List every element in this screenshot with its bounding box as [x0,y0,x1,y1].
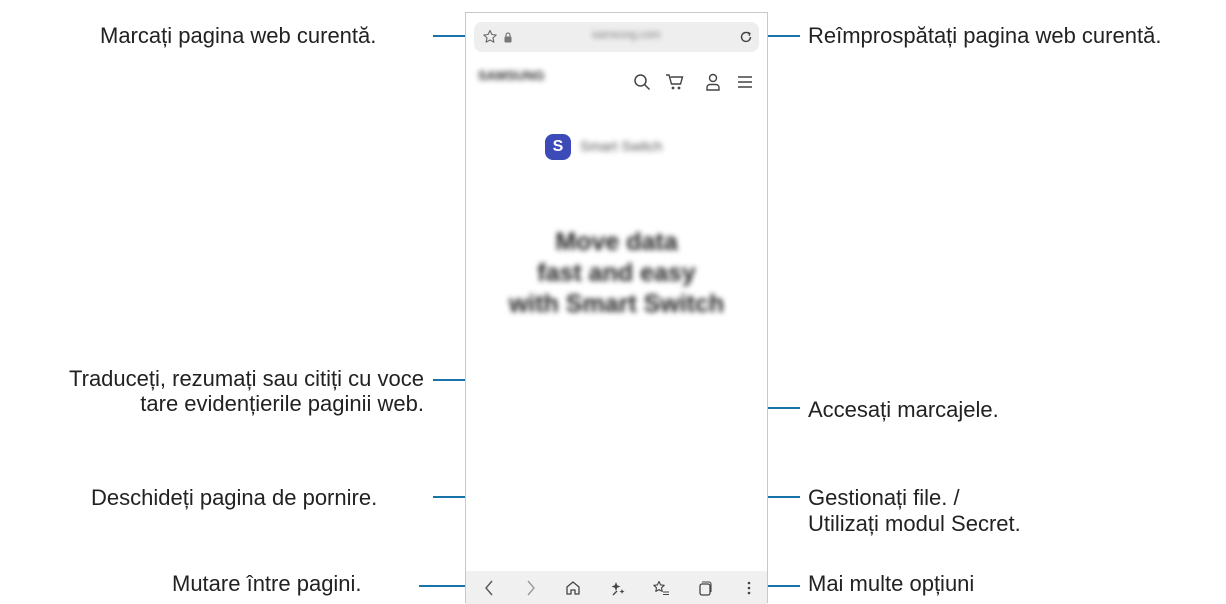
address-bar[interactable]: samsung.com [474,22,759,52]
callout-bookmark-page: Marcați pagina web curentă. [100,23,377,48]
url-text[interactable]: samsung.com [592,29,660,41]
home-icon[interactable] [562,576,584,600]
back-icon[interactable] [478,576,500,600]
phone-screen: samsung.com SAMSUNG S Smart Switch Move … [465,12,768,604]
star-outline-icon[interactable] [481,28,499,46]
callout-refresh-page: Reîmprospătați pagina web curentă. [808,23,1162,48]
headline-line1: Move data [555,228,678,256]
callout-translate-line2: tare evidențierile paginii web. [140,391,424,416]
headline-line3: with Smart Switch [508,290,725,318]
bookmarks-icon[interactable] [650,576,672,600]
headline-line2: fast and easy [537,259,696,287]
callout-home: Deschideți pagina de pornire. [91,485,378,510]
smart-switch-app-icon: S [545,134,571,160]
lock-icon [503,30,513,44]
callout-translate-line1: Traduceți, rezumați sau citiți cu voce [69,366,424,391]
refresh-icon[interactable] [736,27,756,47]
callout-move-pages: Mutare între pagini. [172,571,362,596]
more-icon[interactable] [738,576,760,600]
ai-tools-icon[interactable] [607,576,629,600]
callout-tabs-line2: Utilizați modul Secret. [808,511,1021,536]
callout-tabs-line1: Gestionați file. / [808,485,960,510]
callout-more-options: Mai multe opțiuni [808,571,975,596]
app-name: Smart Switch [580,138,663,154]
user-icon[interactable] [702,71,724,93]
search-icon[interactable] [631,71,653,93]
tabs-icon[interactable] [694,576,716,600]
forward-icon[interactable] [520,576,542,600]
site-logo[interactable]: SAMSUNG [478,68,544,83]
callout-translate: Traduceți, rezumați sau citiți cu voce t… [0,365,424,417]
menu-icon[interactable] [734,71,756,93]
promo-headline: Move data fast and easy with Smart Switc… [466,227,767,320]
bottom-toolbar [466,571,767,604]
callout-bookmarks: Accesați marcajele. [808,397,999,422]
callout-tabs: Gestionați file. / Utilizați modul Secre… [808,484,1021,537]
cart-icon[interactable] [664,71,686,93]
